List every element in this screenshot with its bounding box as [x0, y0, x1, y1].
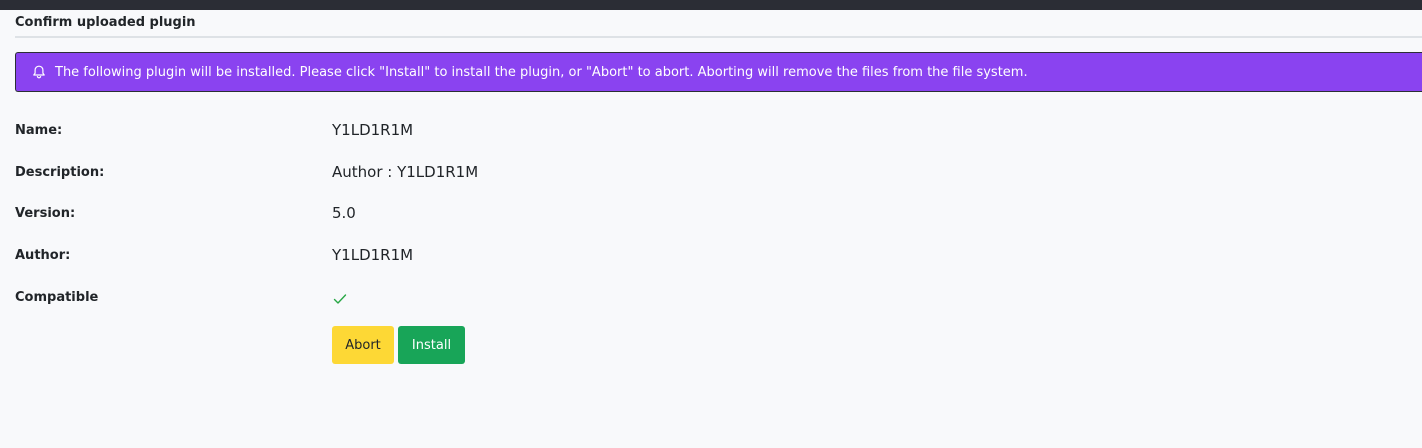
name-label: Name: — [15, 123, 63, 138]
bell-icon — [31, 64, 47, 80]
author-label: Author: — [15, 248, 71, 263]
top-bar — [0, 0, 1422, 10]
version-value: 5.0 — [332, 204, 356, 222]
name-value: Y1LD1R1M — [332, 121, 414, 139]
alert-message: The following plugin will be installed. … — [55, 64, 1028, 80]
check-icon — [332, 291, 348, 305]
description-label: Description: — [15, 165, 105, 180]
page-title: Confirm uploaded plugin — [15, 15, 196, 30]
install-button[interactable]: Install — [398, 326, 465, 364]
author-value: Y1LD1R1M — [332, 246, 414, 264]
title-divider — [15, 36, 1422, 38]
version-label: Version: — [15, 206, 76, 221]
abort-button[interactable]: Abort — [332, 326, 394, 364]
compatible-label: Compatible — [15, 290, 99, 305]
description-value: Author : Y1LD1R1M — [332, 163, 479, 181]
info-alert: The following plugin will be installed. … — [15, 52, 1422, 92]
